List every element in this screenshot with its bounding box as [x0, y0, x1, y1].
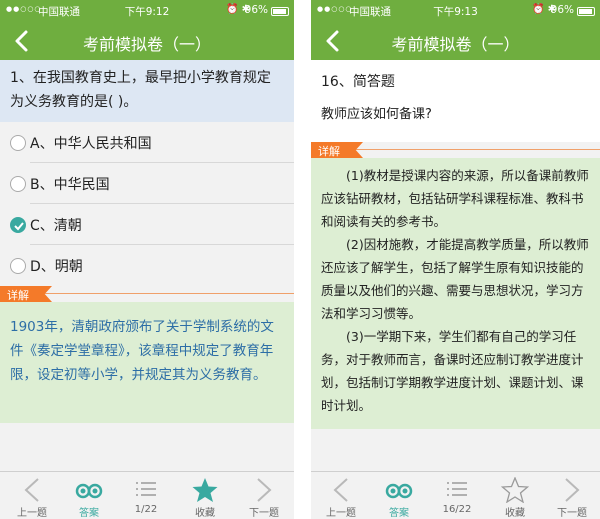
explain-tag: 详解	[0, 286, 294, 302]
favorite-label: 收藏	[195, 508, 215, 519]
chevron-left-icon	[333, 478, 348, 502]
status-bar: ●●○○○ 中国联通 下午9:12 ⏰ ✱ 96%	[0, 0, 294, 22]
question-text: 1、在我国教育史上，最早把小学教育规定为义务教育的是( )。	[0, 60, 294, 122]
radio-unchecked-icon	[10, 258, 26, 274]
explanation-text: 1903年，清朝政府颁布了关于学制系统的文件《奏定学堂章程》，该章程中规定了教育…	[0, 302, 294, 423]
chevron-left-icon	[24, 478, 39, 502]
star-icon	[192, 478, 218, 502]
answer-button[interactable]: 答案	[371, 472, 427, 519]
battery-percent: 96%	[550, 4, 574, 16]
bottom-toolbar: 上一题 答案 16/22 收藏 下一题	[311, 471, 600, 519]
tag-flag: 详解	[0, 286, 52, 302]
option-b[interactable]: B、中华民国	[0, 163, 294, 204]
nav-bar: 考前模拟卷（一）	[0, 22, 294, 60]
favorite-button[interactable]: 收藏	[177, 472, 233, 519]
option-label: B、中华民国	[30, 177, 110, 193]
next-question-button[interactable]: 下一题	[544, 472, 600, 519]
next-label: 下一题	[557, 508, 587, 519]
question-block: 16、简答题 教师应该如何备课?	[311, 60, 600, 142]
option-c[interactable]: C、清朝	[0, 204, 294, 245]
battery-percent: 96%	[244, 4, 268, 16]
screenshot-stage: ●●○○○ 中国联通 下午9:12 ⏰ ✱ 96% 考前模拟卷（一） 1、在我国…	[0, 0, 600, 519]
question-title: 16、简答题	[321, 74, 395, 90]
explanation-paragraph: (2)因材施教，才能提高教学质量，所以教师还应该了解学生，包括了解学生原有知识技…	[321, 237, 589, 321]
question-list-button[interactable]: 16/22	[429, 472, 485, 519]
chevron-right-icon	[257, 478, 272, 502]
battery-icon	[271, 7, 289, 16]
page-counter: 16/22	[442, 504, 472, 515]
next-label: 下一题	[249, 508, 279, 519]
prev-label: 上一题	[326, 508, 356, 519]
answer-button[interactable]: 答案	[61, 472, 117, 519]
option-label: A、中华人民共和国	[30, 136, 152, 152]
favorite-button[interactable]: 收藏	[487, 472, 543, 519]
question-list-button[interactable]: 1/22	[118, 472, 174, 519]
list-icon	[136, 482, 156, 496]
tag-label: 详解	[7, 289, 29, 302]
page-title: 考前模拟卷（一）	[82, 35, 211, 54]
chevron-right-icon	[565, 478, 580, 502]
prev-question-button[interactable]: 上一题	[4, 472, 60, 519]
option-label: C、清朝	[30, 218, 82, 234]
explanation-paragraph: (3)一学期下来，学生们都有自己的学习任务，对于教师而言，备课时还应制订教学进度…	[321, 329, 584, 413]
tag-flag: 详解	[311, 142, 363, 158]
check-circle-icon	[10, 217, 26, 233]
answer-label: 答案	[79, 508, 99, 519]
nav-bar: 考前模拟卷（一）	[311, 22, 600, 60]
page-title: 考前模拟卷（一）	[391, 35, 520, 54]
bottom-toolbar: 上一题 答案 1/22 收藏 下一题	[0, 471, 294, 519]
phone-screen-right: ●●○○○ 中国联通 下午9:13 ⏰ ✱ 96% 考前模拟卷（一） 16、简答…	[311, 0, 600, 519]
prev-label: 上一题	[17, 508, 47, 519]
next-question-button[interactable]: 下一题	[236, 472, 292, 519]
radio-unchecked-icon	[10, 176, 26, 192]
option-a[interactable]: A、中华人民共和国	[0, 122, 294, 163]
answer-label: 答案	[389, 508, 409, 519]
option-label: D、明朝	[30, 259, 83, 275]
eyes-icon	[75, 483, 103, 499]
prev-question-button[interactable]: 上一题	[313, 472, 369, 519]
list-icon	[447, 482, 467, 496]
favorite-label: 收藏	[505, 508, 525, 519]
explanation-paragraph: (1)教材是授课内容的来源，所以备课前教师应该钻研教材，包括钻研学科课程标准、教…	[321, 168, 589, 229]
question-text: 教师应该如何备课?	[321, 107, 432, 122]
explanation-text: (1)教材是授课内容的来源，所以备课前教师应该钻研教材，包括钻研学科课程标准、教…	[311, 158, 600, 429]
page-counter: 1/22	[134, 504, 158, 515]
star-outline-icon	[500, 477, 530, 503]
status-bar: ●●○○○ 中国联通 下午9:13 ⏰ ✱ 96%	[311, 0, 600, 22]
tag-label: 详解	[318, 145, 340, 158]
options-list: A、中华人民共和国 B、中华民国 C、清朝 D、明朝	[0, 122, 294, 286]
radio-unchecked-icon	[10, 135, 26, 151]
battery-icon	[577, 7, 595, 16]
option-d[interactable]: D、明朝	[0, 245, 294, 286]
explain-tag: 详解	[311, 142, 600, 158]
eyes-icon	[385, 483, 413, 499]
phone-screen-left: ●●○○○ 中国联通 下午9:12 ⏰ ✱ 96% 考前模拟卷（一） 1、在我国…	[0, 0, 294, 519]
